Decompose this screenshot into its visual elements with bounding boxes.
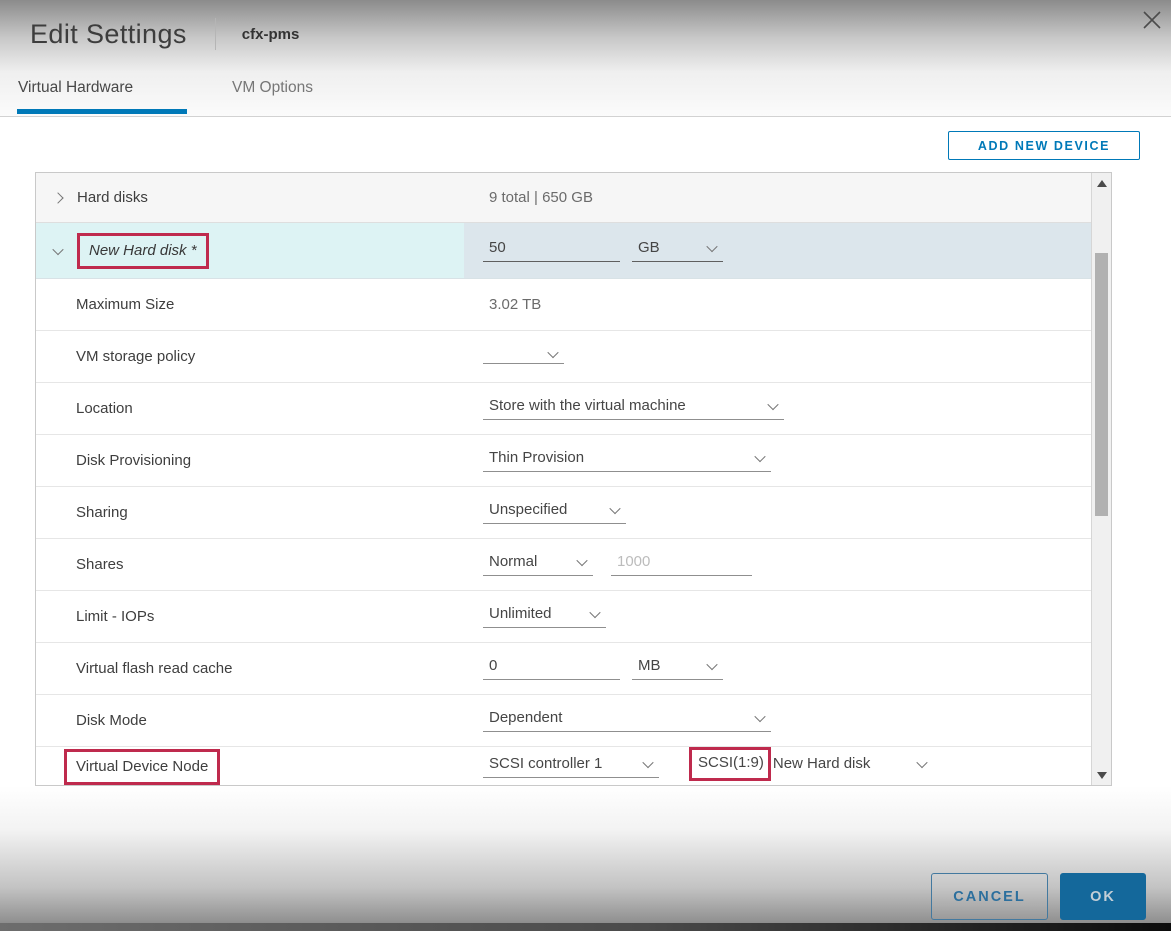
- row-hard-disks[interactable]: Hard disks 9 total | 650 GB: [36, 173, 1091, 223]
- virtual-flash-unit-select[interactable]: MB: [632, 657, 723, 680]
- title-divider: [215, 18, 216, 50]
- tab-bar: Virtual Hardware VM Options: [18, 79, 313, 112]
- new-hard-disk-label-cell: New Hard disk *: [36, 223, 464, 278]
- tab-virtual-hardware-label: Virtual Hardware: [18, 79, 133, 96]
- disk-mode-label: Disk Mode: [76, 712, 147, 729]
- disk-provisioning-label: Disk Provisioning: [76, 452, 191, 469]
- chevron-down-icon[interactable]: [54, 247, 64, 255]
- chevron-down-icon: [706, 658, 717, 669]
- dialog-header: Edit Settings cfx-pms Virtual Hardware V…: [0, 0, 1171, 117]
- row-shares: Shares Normal: [36, 539, 1091, 591]
- chevron-down-icon: [706, 240, 717, 251]
- chevron-down-icon: [767, 398, 778, 409]
- shares-label: Shares: [76, 556, 124, 573]
- annotation-box-scsi-node: SCSI(1:9): [689, 747, 771, 781]
- vm-storage-policy-label: VM storage policy: [76, 348, 195, 365]
- chevron-down-icon: [576, 554, 587, 565]
- virtual-device-node-label: Virtual Device Node: [76, 758, 208, 775]
- row-disk-mode: Disk Mode Dependent: [36, 695, 1091, 747]
- device-node-select[interactable]: SCSI(1:9) New Hard disk: [689, 747, 933, 787]
- scroll-down-icon[interactable]: [1092, 767, 1111, 783]
- limit-iops-label: Limit - IOPs: [76, 608, 154, 625]
- ok-button[interactable]: OK: [1060, 873, 1146, 920]
- maximum-size-label: Maximum Size: [76, 296, 174, 313]
- chevron-down-icon: [642, 756, 653, 767]
- virtual-flash-unit-value: MB: [638, 657, 661, 674]
- disk-size-unit-select[interactable]: GB: [632, 239, 723, 262]
- title-row: Edit Settings cfx-pms: [30, 12, 1155, 56]
- row-limit-iops: Limit - IOPs Unlimited: [36, 591, 1091, 643]
- hard-disks-summary: 9 total | 650 GB: [489, 189, 593, 206]
- sharing-select[interactable]: Unspecified: [483, 501, 626, 524]
- footer-buttons: CANCEL OK: [931, 873, 1146, 920]
- vm-storage-policy-select[interactable]: [483, 350, 564, 364]
- cancel-button[interactable]: CANCEL: [931, 873, 1048, 920]
- scsi-controller-select[interactable]: SCSI controller 1: [483, 755, 659, 778]
- device-node-value: New Hard disk: [773, 755, 871, 772]
- tab-vm-options-label: VM Options: [232, 79, 313, 96]
- disk-mode-select[interactable]: Dependent: [483, 709, 771, 732]
- hard-disks-label: Hard disks: [77, 189, 148, 206]
- location-label: Location: [76, 400, 133, 417]
- location-select[interactable]: Store with the virtual machine: [483, 397, 784, 420]
- disk-provisioning-value: Thin Provision: [489, 449, 584, 466]
- row-disk-provisioning: Disk Provisioning Thin Provision: [36, 435, 1091, 487]
- row-new-hard-disk[interactable]: New Hard disk * GB: [36, 223, 1091, 279]
- scroll-up-icon[interactable]: [1092, 175, 1111, 191]
- disk-provisioning-select[interactable]: Thin Provision: [483, 449, 771, 472]
- row-virtual-device-node: Virtual Device Node SCSI controller 1 SC…: [36, 747, 1091, 786]
- virtual-flash-input[interactable]: [483, 657, 620, 680]
- chevron-down-icon: [916, 756, 927, 767]
- limit-iops-value: Unlimited: [489, 605, 552, 622]
- chevron-right-icon[interactable]: [54, 194, 64, 202]
- disk-size-input[interactable]: [483, 239, 620, 262]
- tab-vm-options[interactable]: VM Options: [232, 79, 313, 112]
- hardware-table: Hard disks 9 total | 650 GB New Hard dis…: [35, 172, 1112, 786]
- shares-level-select[interactable]: Normal: [483, 553, 593, 576]
- tab-virtual-hardware[interactable]: Virtual Hardware: [18, 79, 185, 112]
- new-hard-disk-label: New Hard disk *: [89, 242, 197, 259]
- sharing-label: Sharing: [76, 504, 128, 521]
- row-sharing: Sharing Unspecified: [36, 487, 1091, 539]
- annotation-box-new-hard-disk: New Hard disk *: [77, 233, 209, 269]
- virtual-flash-label: Virtual flash read cache: [76, 660, 232, 677]
- hardware-rows: Hard disks 9 total | 650 GB New Hard dis…: [36, 173, 1091, 786]
- hard-disks-summary-cell: 9 total | 650 GB: [464, 173, 1091, 222]
- row-virtual-flash: Virtual flash read cache MB: [36, 643, 1091, 695]
- disk-size-unit-value: GB: [638, 239, 660, 256]
- edit-settings-dialog: Edit Settings cfx-pms Virtual Hardware V…: [0, 0, 1171, 931]
- page-title: Edit Settings: [30, 19, 187, 50]
- disk-mode-value: Dependent: [489, 709, 562, 726]
- chevron-down-icon: [754, 450, 765, 461]
- new-hard-disk-value-cell: GB: [464, 223, 1091, 278]
- shares-level-value: Normal: [489, 553, 537, 570]
- sharing-value: Unspecified: [489, 501, 567, 518]
- chevron-down-icon: [609, 502, 620, 513]
- scrollbar-thumb[interactable]: [1095, 253, 1108, 516]
- row-location: Location Store with the virtual machine: [36, 383, 1091, 435]
- close-icon[interactable]: [1135, 4, 1169, 38]
- bottom-vignette: [0, 923, 1171, 931]
- shares-count-input[interactable]: [611, 553, 752, 576]
- vm-name: cfx-pms: [242, 26, 300, 43]
- chevron-down-icon: [547, 346, 558, 357]
- limit-iops-select[interactable]: Unlimited: [483, 605, 606, 628]
- add-new-device-button[interactable]: ADD NEW DEVICE: [948, 131, 1140, 160]
- hard-disks-label-cell: Hard disks: [36, 189, 464, 206]
- location-value: Store with the virtual machine: [489, 397, 686, 414]
- maximum-size-value: 3.02 TB: [489, 296, 541, 313]
- active-tab-underline: [17, 109, 187, 114]
- table-scrollbar[interactable]: [1091, 173, 1111, 785]
- row-maximum-size: Maximum Size 3.02 TB: [36, 279, 1091, 331]
- annotation-box-virtual-device-node: Virtual Device Node: [64, 749, 220, 785]
- scsi-controller-value: SCSI controller 1: [489, 755, 602, 772]
- row-vm-storage-policy: VM storage policy: [36, 331, 1091, 383]
- chevron-down-icon: [754, 710, 765, 721]
- dialog-footer: CANCEL OK: [0, 786, 1171, 931]
- chevron-down-icon: [589, 606, 600, 617]
